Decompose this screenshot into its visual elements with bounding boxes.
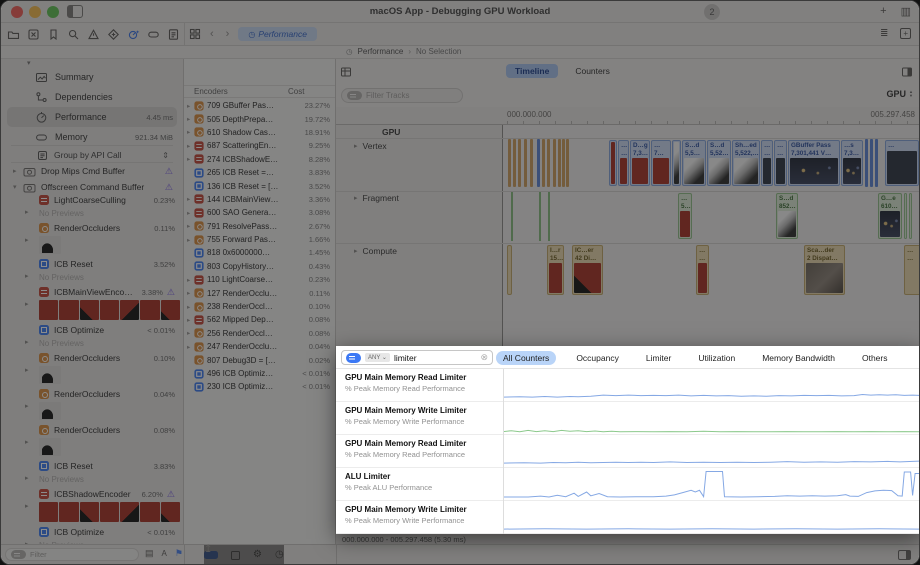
counter-tab-utilization[interactable]: Utilization <box>691 351 742 365</box>
counters-panel: ANY ⌄ limiter ⊗ All Counters Occupancy Lim… <box>336 346 919 534</box>
counter-chart <box>503 429 919 433</box>
counter-title: GPU Main Memory Read Limiter <box>345 373 467 382</box>
counter-chart <box>503 460 919 464</box>
counter-chart <box>503 528 919 530</box>
counter-chart <box>503 393 919 398</box>
counter-subtitle: % Peak Memory Write Performance <box>345 516 465 525</box>
counter-title: GPU Main Memory Write Limiter <box>345 406 467 415</box>
filter-icon <box>346 352 361 363</box>
counter-row-gpu-main-memory-read-limiter[interactable]: GPU Main Memory Read Limiter % Peak Memor… <box>336 369 919 402</box>
app-window: macOS App - Debugging GPU Workload 2 + ▥… <box>0 0 920 565</box>
filter-query-text: limiter <box>393 352 417 363</box>
counter-tab-limiter[interactable]: Limiter <box>639 351 679 365</box>
counter-chart <box>503 471 919 499</box>
counter-rows: GPU Main Memory Read Limiter % Peak Memor… <box>336 369 919 534</box>
counter-tab-all-counters[interactable]: All Counters <box>496 350 557 365</box>
counters-header: ANY ⌄ limiter ⊗ All Counters Occupancy Lim… <box>336 346 919 369</box>
counter-title: GPU Main Memory Read Limiter <box>345 439 467 448</box>
counter-tab-memory-bandwidth[interactable]: Memory Bandwidth <box>755 351 842 365</box>
counter-tab-others[interactable]: Others <box>855 351 895 365</box>
counter-subtitle: % Peak ALU Performance <box>345 483 433 492</box>
counter-row-gpu-main-memory-write-limiter[interactable]: GPU Main Memory Write Limiter % Peak Memo… <box>336 501 919 534</box>
counter-row-gpu-main-memory-read-limiter[interactable]: GPU Main Memory Read Limiter % Peak Memor… <box>336 435 919 468</box>
counter-title: ALU Limiter <box>345 472 391 481</box>
counter-row-alu-limiter[interactable]: ALU Limiter % Peak ALU Performance <box>336 468 919 501</box>
counter-subtitle: % Peak Memory Read Performance <box>345 384 466 393</box>
counter-subtitle: % Peak Memory Read Performance <box>345 450 466 459</box>
counter-subtitle: % Peak Memory Write Performance <box>345 417 465 426</box>
counter-filter-input[interactable]: ANY ⌄ limiter ⊗ <box>341 350 493 365</box>
counter-category-tabs: All Counters Occupancy Limiter Utilization M… <box>496 346 895 369</box>
filter-scope-token[interactable]: ANY ⌄ <box>365 353 390 362</box>
counter-row-gpu-main-memory-write-limiter[interactable]: GPU Main Memory Write Limiter % Peak Memo… <box>336 402 919 435</box>
counter-tab-occupancy[interactable]: Occupancy <box>569 351 626 365</box>
screenshot: macOS App - Debugging GPU Workload 2 + ▥… <box>0 0 920 565</box>
counter-title: GPU Main Memory Write Limiter <box>345 505 467 514</box>
clear-filter-icon[interactable]: ⊗ <box>480 352 488 363</box>
